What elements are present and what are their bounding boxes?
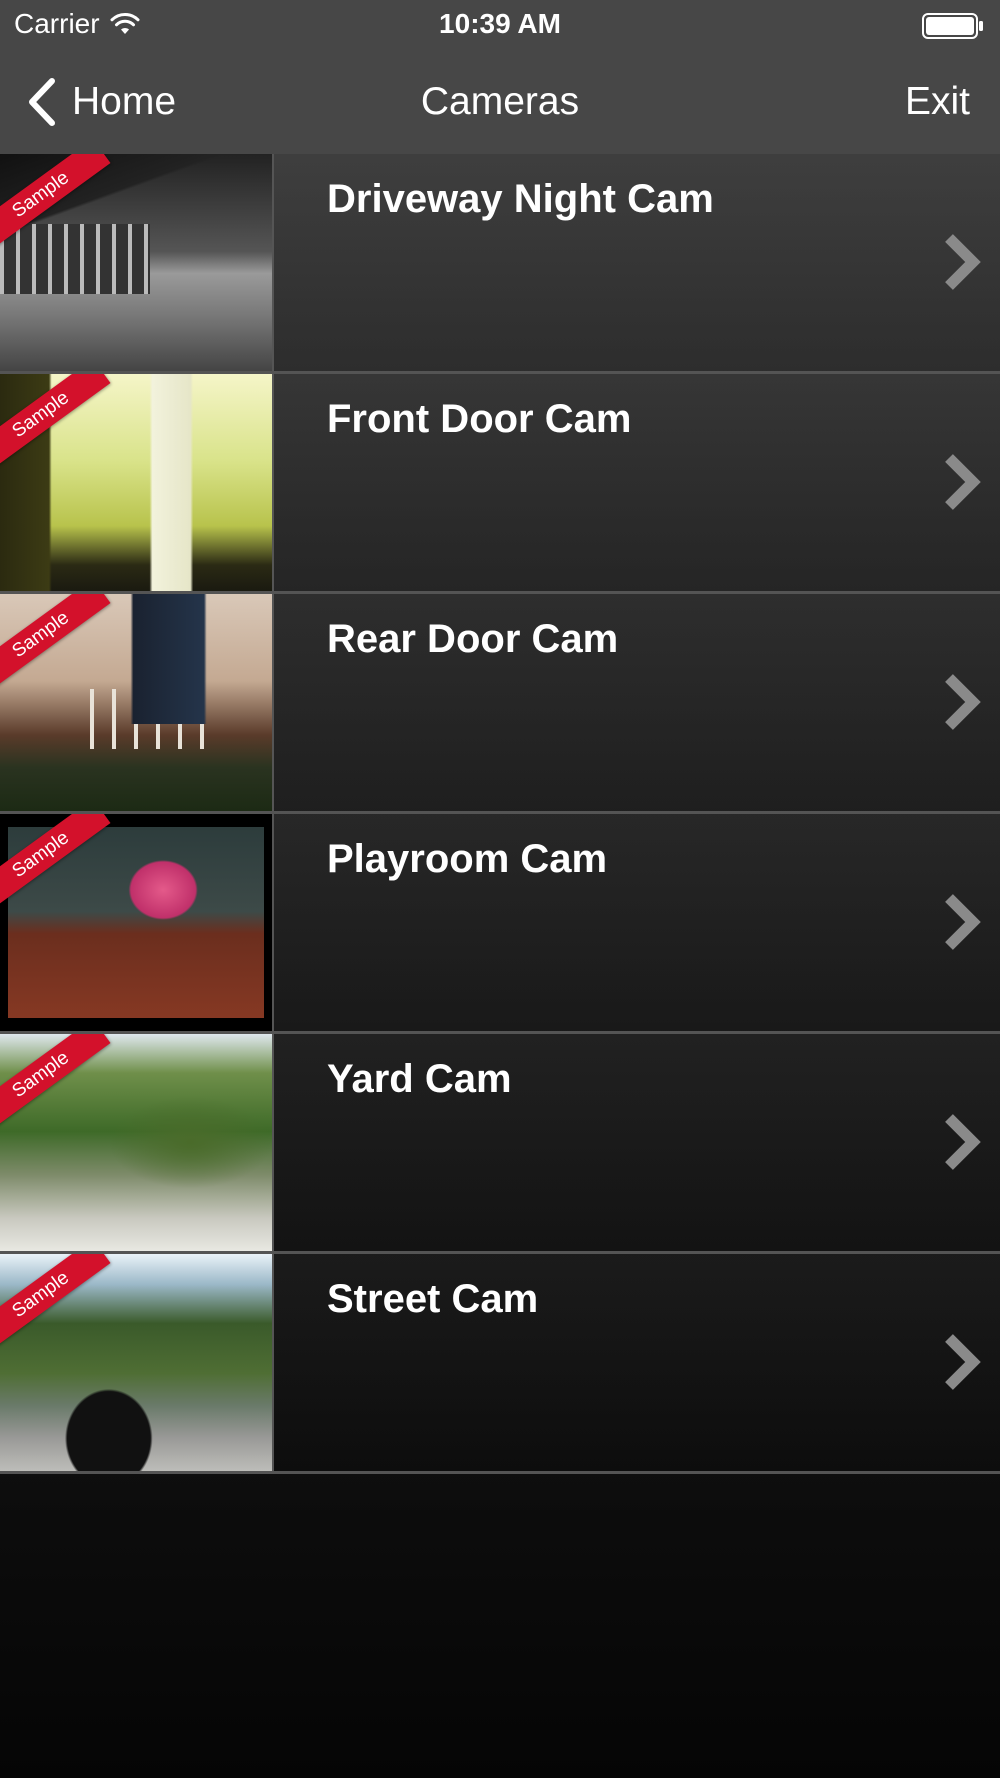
- camera-name: Playroom Cam: [327, 837, 608, 881]
- camera-row-street-cam[interactable]: Sample Street Cam: [0, 1254, 1000, 1474]
- navigation-bar: Home Cameras Exit: [0, 50, 1000, 154]
- camera-thumbnail: Sample: [0, 814, 274, 1031]
- camera-thumbnail: Sample: [0, 1034, 274, 1251]
- camera-row-driveway-night-cam[interactable]: Sample Driveway Night Cam: [0, 154, 1000, 374]
- camera-row-playroom-cam[interactable]: Sample Playroom Cam: [0, 814, 1000, 1034]
- camera-name: Driveway Night Cam: [327, 177, 714, 221]
- chevron-right-icon: [945, 1334, 981, 1390]
- camera-name: Front Door Cam: [327, 397, 632, 441]
- status-time: 10:39 AM: [439, 8, 561, 39]
- camera-row-yard-cam[interactable]: Sample Yard Cam: [0, 1034, 1000, 1254]
- camera-list: Sample Driveway Night Cam Sample Front D…: [0, 154, 1000, 1474]
- chevron-right-icon: [945, 674, 981, 730]
- chevron-right-icon: [945, 454, 981, 510]
- camera-thumbnail: Sample: [0, 154, 274, 371]
- status-bar: Carrier 10:39 AM: [0, 0, 1000, 50]
- chevron-right-icon: [945, 234, 981, 290]
- chevron-right-icon: [945, 894, 981, 950]
- exit-button[interactable]: Exit: [905, 80, 970, 124]
- camera-name: Yard Cam: [327, 1057, 512, 1101]
- chevron-right-icon: [945, 1114, 981, 1170]
- camera-name: Street Cam: [327, 1277, 539, 1321]
- page-title: Cameras: [420, 80, 580, 123]
- camera-thumbnail: Sample: [0, 1254, 274, 1471]
- battery-icon: [922, 13, 983, 39]
- camera-thumbnail: Sample: [0, 374, 274, 591]
- camera-name: Rear Door Cam: [327, 617, 619, 661]
- camera-thumbnail: Sample: [0, 594, 274, 811]
- camera-row-front-door-cam[interactable]: Sample Front Door Cam: [0, 374, 1000, 594]
- camera-row-rear-door-cam[interactable]: Sample Rear Door Cam: [0, 594, 1000, 814]
